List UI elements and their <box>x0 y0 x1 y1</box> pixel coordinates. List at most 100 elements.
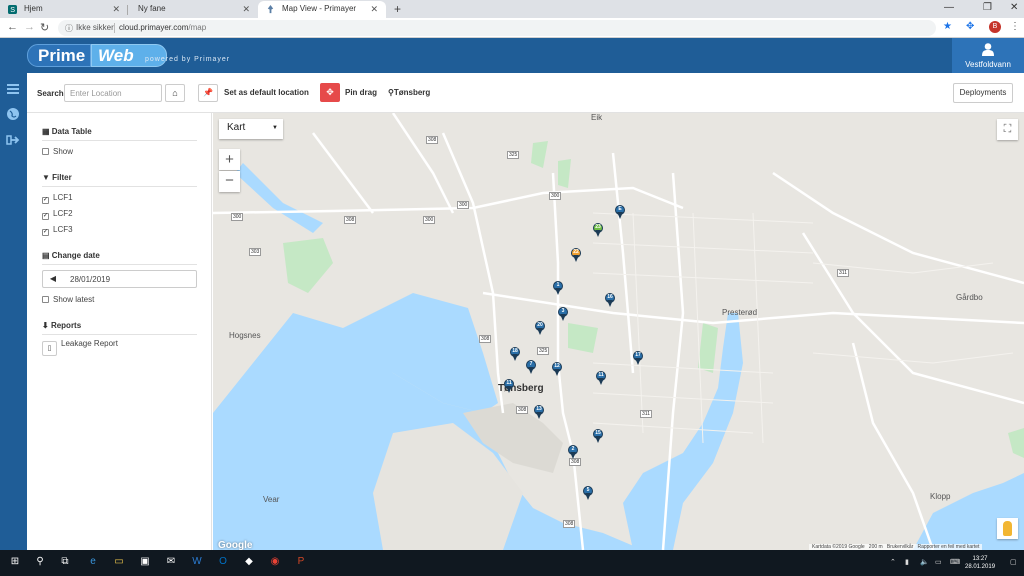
close-tab-icon[interactable]: ✕ <box>242 4 250 15</box>
deployment-marker[interactable]: 1 <box>553 281 563 295</box>
url-host: cloud.primayer.com <box>119 23 189 32</box>
filter-lcf1-checkbox[interactable]: ✓ LCF1 <box>42 193 73 204</box>
outlook-icon[interactable]: O <box>216 556 230 570</box>
browser-tab-map-view[interactable]: Map View - Primayer ✕ <box>258 1 386 18</box>
fullscreen-button[interactable]: ⛶ <box>997 119 1018 140</box>
task-view-icon[interactable]: ⧉ <box>58 556 72 570</box>
deployments-button[interactable]: Deployments <box>953 83 1013 103</box>
word-icon[interactable]: W <box>190 556 204 570</box>
deployment-marker[interactable]: 15 <box>593 429 603 443</box>
browser-tab-ny-fane[interactable]: Ny fane ✕ <box>128 1 258 18</box>
notifications-icon[interactable]: ▢ <box>1010 558 1017 566</box>
show-data-table-checkbox[interactable]: Show <box>42 147 73 156</box>
deployment-marker[interactable]: 20 <box>535 321 545 335</box>
deployment-marker[interactable]: 23 <box>593 223 603 237</box>
deployment-marker[interactable]: 11 <box>504 379 514 393</box>
road-number: 303 <box>249 248 262 256</box>
filter-lcf2-checkbox[interactable]: ✓ LCF2 <box>42 209 73 220</box>
browser-tab-hjem[interactable]: S Hjem ✕ <box>0 1 128 18</box>
back-icon[interactable]: ← <box>7 21 18 33</box>
deployment-marker[interactable]: 5 <box>583 486 593 500</box>
app-icon[interactable]: ◆ <box>242 556 256 570</box>
windows-start-icon[interactable]: ⊞ <box>8 556 22 570</box>
sign-out-icon[interactable] <box>6 133 20 147</box>
checkbox-box[interactable]: ✓ <box>42 197 49 204</box>
app-header: Prime Web powered by Primayer <box>0 38 1024 73</box>
system-clock[interactable]: 13:27 28.01.2019 <box>965 555 995 571</box>
edge-icon[interactable]: e <box>86 556 100 570</box>
deployment-marker[interactable]: 18 <box>510 347 520 361</box>
park <box>531 141 548 168</box>
battery-icon[interactable]: ▭ <box>935 558 942 566</box>
mail-icon[interactable]: ✉ <box>164 556 178 570</box>
forward-icon[interactable]: → <box>24 21 35 33</box>
restore-icon[interactable]: ❐ <box>983 2 992 13</box>
zoom-in-button[interactable]: + <box>219 149 240 170</box>
close-tab-icon[interactable]: ✕ <box>112 4 120 15</box>
checkbox-box[interactable] <box>42 148 49 155</box>
file-explorer-icon[interactable]: ▭ <box>112 556 126 570</box>
map-view[interactable]: Hogsnes Presterød Gårdbo Vear Klopp Eik … <box>213 113 1024 550</box>
deployment-marker[interactable]: 17 <box>633 351 643 365</box>
pin-drag-toggle[interactable]: ✥ <box>320 83 340 102</box>
street-view-pegman[interactable] <box>997 518 1018 539</box>
store-icon[interactable]: ▣ <box>138 556 152 570</box>
deployment-marker[interactable]: 12 <box>552 362 562 376</box>
hamburger-menu-icon[interactable] <box>6 82 20 96</box>
marker-label: 11 <box>506 380 512 386</box>
park <box>568 323 598 353</box>
deployment-marker[interactable]: 16 <box>605 293 615 307</box>
show-latest-checkbox[interactable]: Show latest <box>42 295 94 304</box>
url-field[interactable]: ⓘ Ikke sikker cloud.primayer.com/map <box>58 20 936 36</box>
leakage-report-link[interactable]: ▯ Leakage Report <box>42 339 118 356</box>
extension-icon[interactable]: ✥ <box>966 21 974 32</box>
road-number: 325 <box>507 151 520 159</box>
chrome-icon[interactable]: ◉ <box>268 556 282 570</box>
zoom-out-button[interactable]: − <box>219 171 240 192</box>
park <box>698 323 718 373</box>
network-icon[interactable]: ▮ <box>905 558 909 566</box>
deployment-marker[interactable]: 13 <box>534 405 544 419</box>
pin-button[interactable]: 📌 <box>198 84 218 102</box>
place-label: Klopp <box>930 492 951 501</box>
set-default-location-button[interactable]: Set as default location <box>224 88 309 97</box>
park <box>1008 428 1024 458</box>
map-type-selector[interactable]: Kart ▼ <box>219 119 283 139</box>
new-tab-icon[interactable]: + <box>394 2 401 16</box>
deployment-marker[interactable]: 11 <box>596 371 606 385</box>
filter-lcf3-checkbox[interactable]: ✓ LCF3 <box>42 225 73 236</box>
window-close-icon[interactable]: ✕ <box>1010 2 1018 13</box>
document-icon: ▯ <box>42 341 57 356</box>
menu-dots-icon[interactable]: ⋮ <box>1010 21 1020 32</box>
deployment-marker[interactable]: 2 <box>568 445 578 459</box>
user-menu[interactable]: Vestfoldvann <box>952 38 1024 73</box>
checkbox-box[interactable] <box>42 296 49 303</box>
bookmark-star-icon[interactable]: ★ <box>943 21 952 32</box>
marker-label: 1 <box>556 282 560 288</box>
info-icon[interactable]: ⓘ <box>65 23 73 34</box>
deployment-marker[interactable]: 7 <box>526 360 536 374</box>
deployment-marker[interactable]: E <box>615 205 625 219</box>
close-tab-icon[interactable]: ✕ <box>370 4 378 15</box>
search-icon[interactable]: ⚲ <box>33 556 47 570</box>
minimize-icon[interactable]: — <box>944 2 954 13</box>
language-icon[interactable]: ⌨ <box>950 558 960 566</box>
checkbox-box[interactable]: ✓ <box>42 213 49 220</box>
road-number: 308 <box>516 406 529 414</box>
volume-icon[interactable]: 🔈 <box>920 558 929 566</box>
deployment-marker[interactable]: 22 <box>571 248 581 262</box>
road-number: 300 <box>231 213 244 221</box>
checkbox-box[interactable]: ✓ <box>42 229 49 236</box>
location-search-input[interactable] <box>64 84 162 102</box>
tray-chevron-icon[interactable]: ⌃ <box>890 558 896 566</box>
profile-avatar[interactable]: B <box>989 21 1001 33</box>
previous-date-icon[interactable]: ◀ <box>43 271 63 287</box>
home-button[interactable]: ⌂ <box>165 84 185 102</box>
marker-tip <box>560 314 566 321</box>
date-picker[interactable]: ◀ 28/01/2019 <box>42 270 197 288</box>
globe-icon[interactable] <box>6 107 20 121</box>
marker-label: 11 <box>598 372 604 378</box>
powerpoint-icon[interactable]: P <box>294 556 308 570</box>
deployment-marker[interactable]: 3 <box>558 307 568 321</box>
reload-icon[interactable]: ↻ <box>40 21 49 34</box>
